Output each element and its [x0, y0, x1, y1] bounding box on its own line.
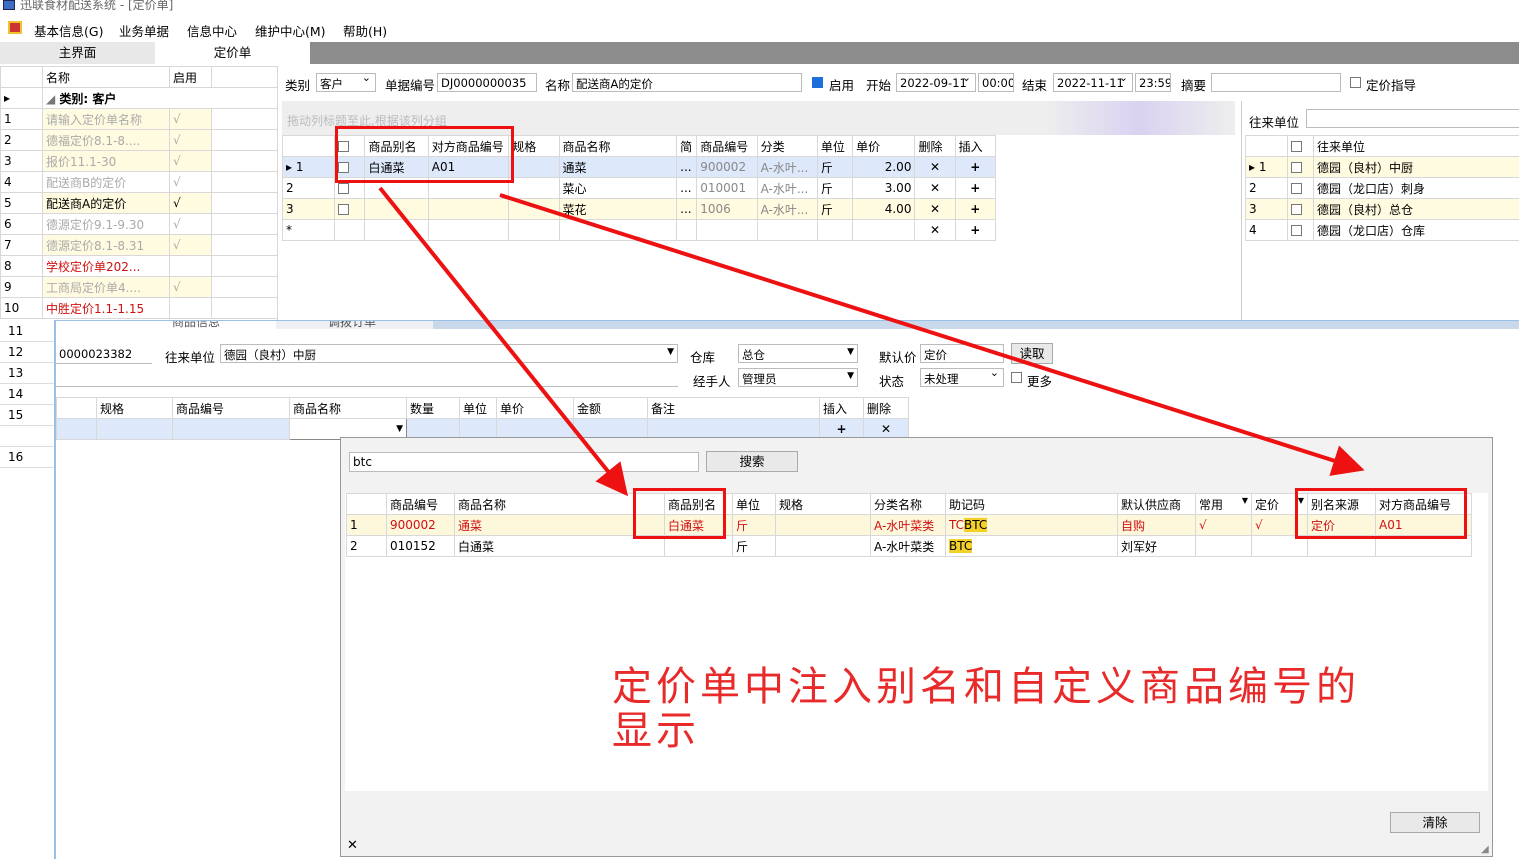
arrow-to-alias-source	[499, 193, 1365, 476]
arrow-to-search-alias	[378, 186, 629, 497]
annotation-text: 定价单中注入别名和自定义商品编号的显示	[612, 664, 1360, 754]
